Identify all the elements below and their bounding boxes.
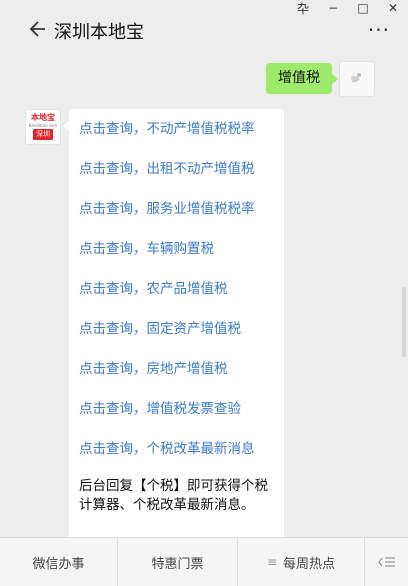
chat-title: 深圳本地宝 bbox=[54, 22, 144, 43]
bot-note-text: 后台回复【个税】即可获得个税计算器、个税改革最新消息。 bbox=[79, 478, 268, 513]
chat-area: 增值税 本地宝 Bendibao.com 深圳 点击查询，不动产增值税税率 点击… bbox=[0, 56, 398, 575]
scrollbar-thumb[interactable] bbox=[402, 287, 406, 357]
chat-header: 深圳本地宝 ··· bbox=[0, 12, 408, 52]
menu-item-label: 特惠门票 bbox=[151, 556, 204, 572]
menu-item-label: 微信办事 bbox=[32, 556, 85, 572]
chat-scrollbar[interactable] bbox=[402, 57, 406, 537]
menu-weekly-hot[interactable]: ≡ 每周热点 bbox=[238, 538, 365, 586]
link-service-vat-rate[interactable]: 点击查询，服务业增值税税率 bbox=[79, 193, 274, 233]
submenu-icon: ≡ bbox=[266, 555, 278, 569]
more-options-icon[interactable]: ··· bbox=[368, 18, 390, 42]
link-vehicle-purchase-tax[interactable]: 点击查询，车辆购置税 bbox=[79, 233, 274, 273]
bot-message-bubble: 点击查询，不动产增值税税率 点击查询，出租不动产增值税 点击查询，服务业增值税税… bbox=[63, 109, 284, 575]
menu-discount-tickets[interactable]: 特惠门票 bbox=[118, 538, 238, 586]
menu-item-label: 每周热点 bbox=[283, 556, 336, 572]
link-fixed-assets-vat[interactable]: 点击查询，固定资产增值税 bbox=[79, 313, 274, 353]
link-property-vat-rate[interactable]: 点击查询，不动产增值税税率 bbox=[79, 113, 274, 153]
link-agri-products-vat[interactable]: 点击查询，农产品增值税 bbox=[79, 273, 274, 313]
link-income-tax-news[interactable]: 点击查询，个税改革最新消息 bbox=[79, 433, 274, 473]
menu-wechat-services[interactable]: 微信办事 bbox=[0, 538, 118, 586]
keyboard-switch-button[interactable] bbox=[365, 538, 408, 586]
user-avatar[interactable] bbox=[339, 61, 375, 97]
avatar-logo-city: 深圳 bbox=[33, 129, 53, 140]
user-message-bubble: 增值税 bbox=[266, 63, 338, 94]
link-vat-invoice-check[interactable]: 点击查询，增值税发票查验 bbox=[79, 393, 274, 433]
avatar-logo-text: 本地宝 bbox=[31, 113, 55, 122]
bottom-menu: 微信办事 特惠门票 ≡ 每周热点 bbox=[0, 537, 408, 586]
link-real-estate-vat[interactable]: 点击查询，房地产增值税 bbox=[79, 353, 274, 393]
back-arrow-icon[interactable] bbox=[28, 20, 46, 38]
avatar-image-icon bbox=[351, 73, 361, 83]
link-rental-property-vat[interactable]: 点击查询，出租不动产增值税 bbox=[79, 153, 274, 193]
avatar-logo-domain: Bendibao.com bbox=[28, 123, 58, 128]
bot-avatar[interactable]: 本地宝 Bendibao.com 深圳 bbox=[25, 109, 61, 145]
keyboard-switch-icon bbox=[377, 557, 395, 567]
